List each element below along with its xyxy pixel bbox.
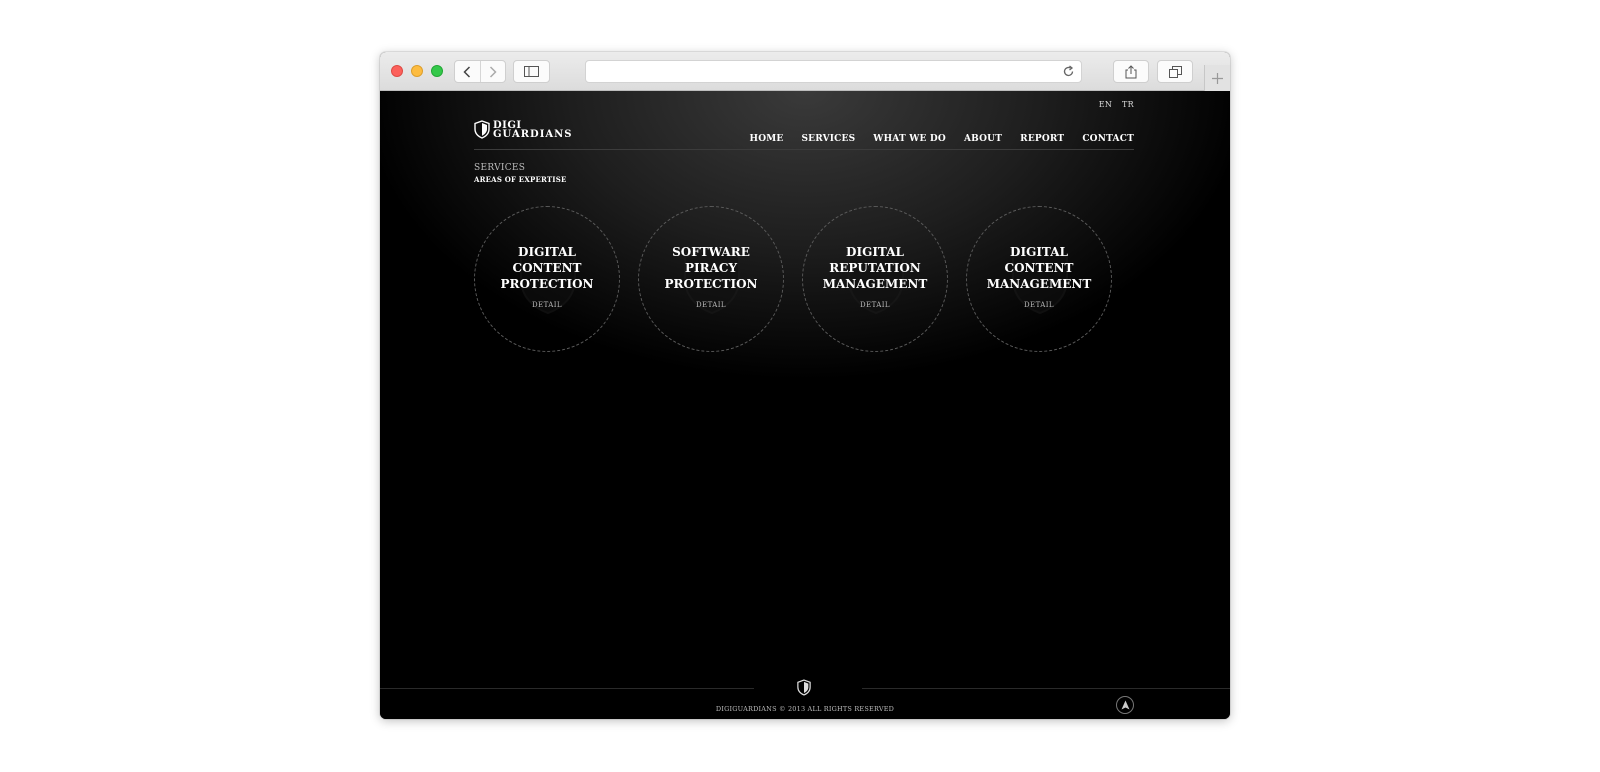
tabs-icon (1168, 65, 1182, 78)
nav-home[interactable]: HOME (749, 134, 783, 144)
nav-report[interactable]: REPORT (1020, 134, 1064, 144)
plus-icon (1212, 72, 1223, 84)
reload-icon[interactable] (1062, 65, 1075, 78)
main-nav: HOME SERVICES WHAT WE DO ABOUT REPORT CO… (749, 134, 1134, 144)
nav-contact[interactable]: CONTACT (1082, 134, 1134, 144)
service-card-digital-reputation-management[interactable]: DIGITAL REPUTATION MANAGEMENT DETAIL (802, 206, 948, 352)
shield-icon (797, 679, 811, 696)
header-divider (474, 149, 1134, 150)
service-detail-link[interactable]: DETAIL (696, 301, 726, 309)
forward-button[interactable] (479, 61, 505, 82)
minimize-window-button[interactable] (411, 65, 423, 77)
sidebar-icon (524, 66, 539, 77)
nav-about[interactable]: ABOUT (964, 134, 1002, 144)
chevron-right-icon (489, 65, 497, 78)
arrow-up-icon (1121, 700, 1129, 710)
browser-window: EN TR DIGI GUARDIANS HOME SERVICES WHAT … (380, 52, 1230, 719)
language-switcher: EN TR (1092, 100, 1134, 109)
logo-line-2: GUARDIANS (493, 128, 573, 140)
service-title: DIGITAL REPUTATION MANAGEMENT (822, 244, 928, 291)
service-card-digital-content-management[interactable]: DIGITAL CONTENT MANAGEMENT DETAIL (966, 206, 1112, 352)
web-page: EN TR DIGI GUARDIANS HOME SERVICES WHAT … (380, 91, 1230, 719)
zoom-window-button[interactable] (431, 65, 443, 77)
back-button[interactable] (455, 61, 480, 82)
chevron-left-icon (463, 65, 471, 78)
service-detail-link[interactable]: DETAIL (532, 301, 562, 309)
browser-toolbar (380, 52, 1230, 91)
service-title: DIGITAL CONTENT MANAGEMENT (986, 244, 1092, 291)
logo-wordmark: DIGI GUARDIANS (493, 120, 573, 140)
tab-overview-button[interactable] (1157, 60, 1193, 83)
address-bar[interactable] (585, 60, 1082, 83)
scroll-to-top-button[interactable] (1116, 696, 1134, 714)
lang-en[interactable]: EN (1099, 100, 1112, 109)
shield-icon (474, 120, 490, 139)
service-detail-link[interactable]: DETAIL (860, 301, 890, 309)
service-title: DIGITAL CONTENT PROTECTION (500, 244, 594, 291)
services-list: DIGITAL CONTENT PROTECTION DETAIL SOFTWA… (474, 206, 1112, 352)
lang-tr[interactable]: TR (1122, 100, 1134, 109)
back-forward-group (454, 60, 506, 83)
close-window-button[interactable] (391, 65, 403, 77)
share-button[interactable] (1113, 60, 1149, 83)
section-subtitle: AREAS OF EXPERTISE (474, 175, 567, 184)
footer-divider-left (380, 688, 754, 689)
share-icon (1125, 64, 1137, 78)
sidebar-toggle-button[interactable] (513, 60, 550, 83)
section-title: SERVICES (474, 163, 526, 173)
nav-what-we-do[interactable]: WHAT WE DO (873, 134, 946, 144)
service-card-software-piracy-protection[interactable]: SOFTWARE PIRACY PROTECTION DETAIL (638, 206, 784, 352)
service-detail-link[interactable]: DETAIL (1024, 301, 1054, 309)
footer-divider-right (862, 688, 1230, 689)
site-logo[interactable]: DIGI GUARDIANS (474, 120, 573, 139)
service-title: SOFTWARE PIRACY PROTECTION (664, 244, 758, 291)
new-tab-button[interactable] (1204, 65, 1230, 91)
footer-copyright: DIGIGUARDIANS © 2013 ALL RIGHTS RESERVED (715, 705, 895, 713)
nav-services[interactable]: SERVICES (801, 134, 855, 144)
service-card-digital-content-protection[interactable]: DIGITAL CONTENT PROTECTION DETAIL (474, 206, 620, 352)
